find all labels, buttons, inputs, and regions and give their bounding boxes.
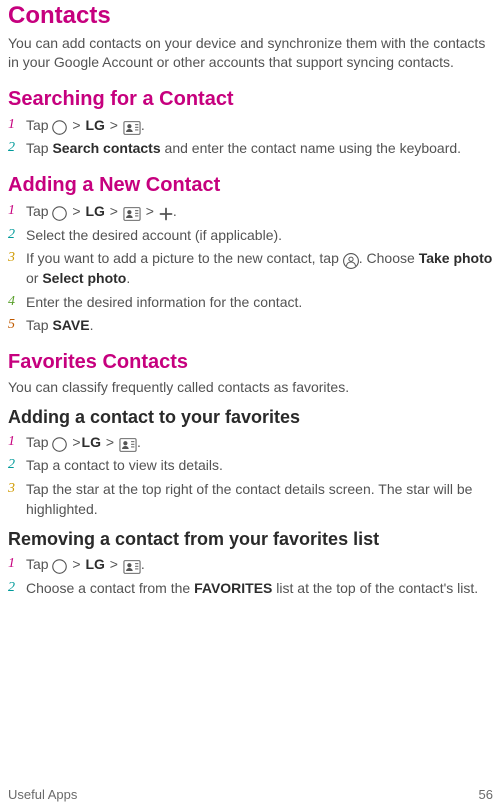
favorites-intro: You can classify frequently called conta… <box>8 378 493 397</box>
step-number: 1 <box>8 115 26 135</box>
text-fragment: list at the top of the contact's list. <box>272 580 478 596</box>
step-body: Tap SAVE. <box>26 315 493 335</box>
step-number: 1 <box>8 201 26 221</box>
photo-placeholder-icon <box>343 251 359 267</box>
chevron-separator: > <box>71 201 81 221</box>
step-item: 1 Tap > LG > > . <box>8 201 493 221</box>
step-number: 3 <box>8 479 26 499</box>
search-steps: 1 Tap > LG > . 2 Tap Search contacts and… <box>8 115 493 159</box>
step-body: Select the desired account (if applicabl… <box>26 225 493 245</box>
lg-label: LG <box>85 203 104 219</box>
text-fragment: . <box>90 317 94 333</box>
text-fragment: Tap <box>26 434 52 450</box>
text-fragment: Tap <box>26 117 52 133</box>
text-fragment: . <box>141 556 145 572</box>
step-item: 2 Tap a contact to view its details. <box>8 455 493 475</box>
step-item: 2 Tap Search contacts and enter the cont… <box>8 138 493 158</box>
lg-label: LG <box>85 556 104 572</box>
remove-fav-steps: 1 Tap > LG > . 2 Choose a contact from t… <box>8 554 493 598</box>
step-number: 1 <box>8 554 26 574</box>
step-body: Tap > LG > > . <box>26 201 493 221</box>
lg-label: LG <box>82 434 101 450</box>
step-number: 4 <box>8 292 26 312</box>
step-body: Tap > LG > . <box>26 554 493 574</box>
step-number: 2 <box>8 578 26 598</box>
chevron-separator: > <box>71 432 81 452</box>
text-fragment: Tap <box>26 556 52 572</box>
step-item: 1 Tap >LG > . <box>8 432 493 452</box>
contacts-icon <box>123 117 141 131</box>
step-item: 4 Enter the desired information for the … <box>8 292 493 312</box>
step-item: 2 Select the desired account (if applica… <box>8 225 493 245</box>
step-item: 1 Tap > LG > . <box>8 115 493 135</box>
home-circle-icon <box>52 556 67 571</box>
footer-page-number: 56 <box>479 787 493 802</box>
step-item: 2 Choose a contact from the FAVORITES li… <box>8 578 493 598</box>
section-add-heading: Adding a New Contact <box>8 174 493 197</box>
step-body: Tap the star at the top right of the con… <box>26 479 493 520</box>
add-steps: 1 Tap > LG > > . 2 Select the desired ac… <box>8 201 493 335</box>
chevron-separator: > <box>71 115 81 135</box>
step-body: Choose a contact from the FAVORITES list… <box>26 578 493 598</box>
text-fragment: Tap <box>26 203 52 219</box>
text-fragment: . <box>126 270 130 286</box>
chevron-separator: > <box>109 115 119 135</box>
section-favorites-heading: Favorites Contacts <box>8 351 493 374</box>
step-number: 1 <box>8 432 26 452</box>
contacts-icon <box>123 556 141 570</box>
step-number: 5 <box>8 315 26 335</box>
step-body: Enter the desired information for the co… <box>26 292 493 312</box>
subsection-remove-fav-heading: Removing a contact from your favorites l… <box>8 529 493 550</box>
step-number: 3 <box>8 248 26 268</box>
step-body: Tap a contact to view its details. <box>26 455 493 475</box>
home-circle-icon <box>52 434 67 449</box>
chevron-separator: > <box>109 201 119 221</box>
take-photo-label: Take photo <box>419 250 493 266</box>
text-fragment: . Choose <box>359 250 419 266</box>
chevron-separator: > <box>105 432 115 452</box>
step-number: 2 <box>8 455 26 475</box>
select-photo-label: Select photo <box>42 270 126 286</box>
add-fav-steps: 1 Tap >LG > . 2 Tap a contact to view it… <box>8 432 493 519</box>
subsection-add-fav-heading: Adding a contact to your favorites <box>8 407 493 428</box>
step-item: 1 Tap > LG > . <box>8 554 493 574</box>
contacts-icon <box>123 203 141 217</box>
text-fragment: Tap <box>26 140 52 156</box>
home-circle-icon <box>52 117 67 132</box>
footer-section: Useful Apps <box>8 787 77 802</box>
manual-page: Contacts You can add contacts on your de… <box>0 2 501 810</box>
text-fragment: or <box>26 270 42 286</box>
page-footer: Useful Apps 56 <box>8 787 493 802</box>
chevron-separator: > <box>71 554 81 574</box>
plus-icon <box>159 203 173 217</box>
step-item: 3 Tap the star at the top right of the c… <box>8 479 493 520</box>
text-fragment: and enter the contact name using the key… <box>161 140 461 156</box>
step-body: If you want to add a picture to the new … <box>26 248 493 289</box>
text-fragment: . <box>137 434 141 450</box>
chevron-separator: > <box>109 554 119 574</box>
text-fragment: Choose a contact from the <box>26 580 194 596</box>
step-body: Tap >LG > . <box>26 432 493 452</box>
step-item: 5 Tap SAVE. <box>8 315 493 335</box>
favorites-label: FAVORITES <box>194 580 272 596</box>
text-fragment: If you want to add a picture to the new … <box>26 250 343 266</box>
save-label: SAVE <box>52 317 89 333</box>
home-circle-icon <box>52 203 67 218</box>
intro-paragraph: You can add contacts on your device and … <box>8 34 493 72</box>
step-item: 3 If you want to add a picture to the ne… <box>8 248 493 289</box>
text-fragment: . <box>141 117 145 133</box>
text-fragment: Tap <box>26 317 52 333</box>
page-title: Contacts <box>8 2 493 30</box>
text-fragment: . <box>173 203 177 219</box>
step-number: 2 <box>8 225 26 245</box>
contacts-icon <box>119 434 137 448</box>
step-body: Tap Search contacts and enter the contac… <box>26 138 493 158</box>
step-number: 2 <box>8 138 26 158</box>
search-contacts-label: Search contacts <box>52 140 160 156</box>
lg-label: LG <box>85 117 104 133</box>
step-body: Tap > LG > . <box>26 115 493 135</box>
section-search-heading: Searching for a Contact <box>8 88 493 111</box>
chevron-separator: > <box>145 201 155 221</box>
